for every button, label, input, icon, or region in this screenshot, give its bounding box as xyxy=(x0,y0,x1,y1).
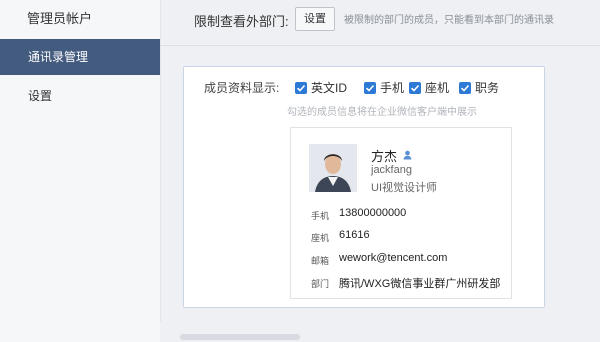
mobile-label: 手机 xyxy=(311,211,330,221)
member-alias: jackfang xyxy=(371,164,412,176)
email-value: wework@tencent.com xyxy=(339,252,448,264)
checkbox-checked-icon xyxy=(409,81,421,94)
profile-display-label: 成员资料显示: xyxy=(204,81,280,95)
checkbox-position-label: 职务 xyxy=(475,81,500,95)
checkbox-checked-icon xyxy=(364,81,376,94)
checkbox-english-id[interactable]: 英文ID xyxy=(295,79,347,96)
landline-label: 座机 xyxy=(311,233,330,243)
restrict-hint: 被限制的部门的成员，只能看到本部门的通讯录 xyxy=(344,15,554,26)
department-label: 部门 xyxy=(311,279,330,289)
checkbox-mobile-label: 手机 xyxy=(380,81,405,95)
profile-display-hint: 勾选的成员信息将在企业微信客户端中展示 xyxy=(287,107,477,118)
sidebar-item-contacts[interactable]: 通讯录管理 xyxy=(0,39,160,75)
sidebar-title: 管理员帐户 xyxy=(27,11,93,26)
checkbox-landline-label: 座机 xyxy=(425,81,450,95)
checkbox-mobile[interactable]: 手机 xyxy=(364,79,404,96)
checkbox-landline[interactable]: 座机 xyxy=(409,79,449,96)
member-title: UI视觉设计师 xyxy=(371,182,437,194)
sidebar-item-settings[interactable]: 设置 xyxy=(0,78,160,114)
checkbox-english-id-label: 英文ID xyxy=(311,81,348,95)
restrict-label: 限制查看外部门: xyxy=(194,14,289,29)
person-icon xyxy=(403,147,412,165)
sidebar: 管理员帐户 通讯录管理 设置 xyxy=(0,0,161,342)
profile-display-panel: 成员资料显示: 英文ID 手机 座机 职务 勾选的成员信息将在企业微信客户端中展… xyxy=(183,66,545,308)
email-label: 邮箱 xyxy=(311,256,330,266)
checkbox-checked-icon xyxy=(459,81,471,94)
member-name: 方杰 xyxy=(371,149,398,164)
settings-button[interactable]: 设置 xyxy=(295,7,335,31)
avatar xyxy=(309,144,357,192)
top-settings-bar: 限制查看外部门: 设置 被限制的部门的成员，只能看到本部门的通讯录 xyxy=(160,0,600,46)
checkbox-position[interactable]: 职务 xyxy=(459,79,499,96)
department-value: 腾讯/WXG微信事业群广州研发部 xyxy=(339,278,501,290)
member-preview-card: 方杰 jackfang UI视觉设计师 手机 13800000000 座机 61… xyxy=(290,127,512,299)
bottom-faded-row xyxy=(180,334,300,340)
mobile-value: 13800000000 xyxy=(339,207,407,219)
checkbox-checked-icon xyxy=(295,81,307,94)
landline-value: 61616 xyxy=(339,229,370,241)
